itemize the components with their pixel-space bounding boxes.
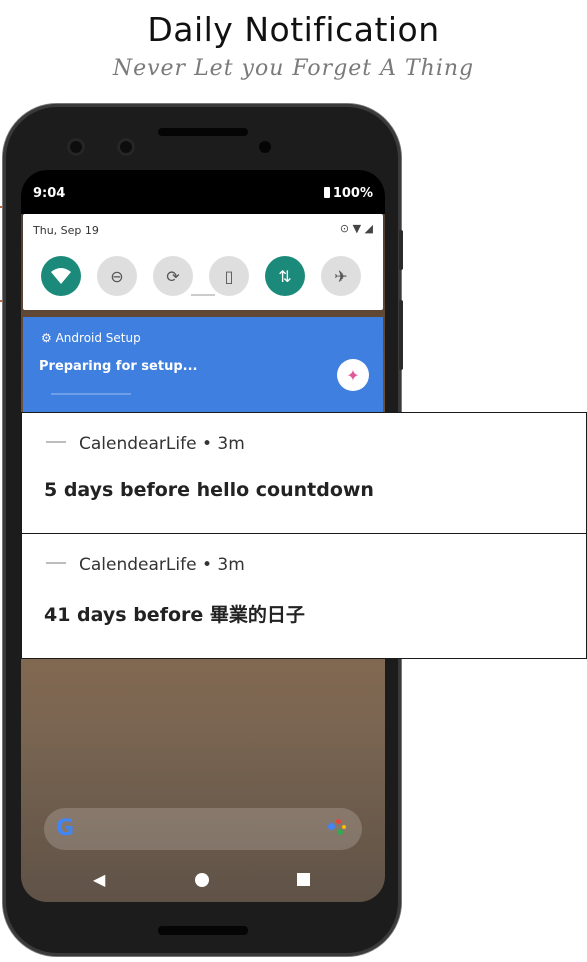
google-g-icon: G <box>56 816 75 841</box>
auto-rotate-icon: ⟳ <box>166 266 180 286</box>
setup-text: Preparing for setup... <box>39 359 198 374</box>
bottom-speaker <box>158 926 248 935</box>
dnd-tile[interactable]: ⊖ <box>97 256 137 296</box>
mobile-data-tile[interactable]: ⇅ <box>265 256 305 296</box>
battery-saver-tile[interactable]: ▯ <box>209 256 249 296</box>
notification-title: 41 days before 畢業的日子 <box>44 604 305 626</box>
power-button <box>399 230 403 270</box>
proximity-sensor <box>259 141 271 153</box>
airplane-tile[interactable]: ✈ <box>321 256 361 296</box>
gear-icon: ⚙ <box>41 331 52 345</box>
top-speaker <box>158 128 248 136</box>
notification-app-name: CalendearLife <box>79 434 197 454</box>
notification-separator: • <box>201 434 218 454</box>
cell-signal-icon: ◢ <box>364 222 373 235</box>
setup-app-row: ⚙ Android Setup <box>41 331 141 345</box>
google-search-bar[interactable]: G <box>44 808 362 850</box>
front-camera-2 <box>117 138 135 156</box>
qs-status-icons: ⊙ ▼ ◢ <box>340 222 373 235</box>
mobile-data-icon: ⇅ <box>278 266 292 286</box>
volume-button <box>399 300 403 370</box>
status-bar: 9:04 100% <box>21 170 385 214</box>
back-button[interactable]: ◀ <box>93 870 105 889</box>
notification-card[interactable]: CalendearLife • 3m 5 days before hello c… <box>21 412 587 535</box>
setup-notification[interactable]: ⚙ Android Setup Preparing for setup... ✦ <box>23 317 383 417</box>
notification-age: 3m <box>217 555 245 575</box>
wifi-icon <box>51 268 71 284</box>
page-subtitle: Never Let you Forget A Thing <box>112 56 475 81</box>
notification-card[interactable]: CalendearLife • 3m 41 days before 畢業的日子 <box>21 533 587 659</box>
battery-level: 100% <box>332 186 373 201</box>
status-battery: 100% <box>323 186 373 201</box>
status-time: 9:04 <box>33 186 66 201</box>
setup-app-name: Android Setup <box>55 331 141 345</box>
app-icon <box>46 441 66 443</box>
assistant-icon[interactable] <box>328 819 348 839</box>
qs-handle[interactable] <box>191 294 215 296</box>
qs-date: Thu, Sep 19 <box>33 224 99 237</box>
notification-header: CalendearLife • 3m <box>79 434 245 454</box>
front-camera <box>67 138 85 156</box>
notification-separator: • <box>201 555 218 575</box>
magic-wand-icon[interactable]: ✦ <box>337 359 369 391</box>
home-button[interactable] <box>195 873 209 887</box>
recents-button[interactable] <box>297 873 310 886</box>
battery-icon <box>323 187 330 198</box>
app-icon <box>46 562 66 564</box>
location-icon: ⊙ <box>339 222 350 235</box>
wifi-signal-icon: ▼ <box>352 222 362 235</box>
notification-header: CalendearLife • 3m <box>79 555 245 575</box>
airplane-icon: ✈ <box>334 266 348 286</box>
do-not-disturb-icon: ⊖ <box>110 266 124 286</box>
page-title: Daily Notification <box>147 10 440 49</box>
notification-app-name: CalendearLife <box>79 555 197 575</box>
notification-age: 3m <box>217 434 245 454</box>
wifi-tile[interactable] <box>41 256 81 296</box>
setup-progress <box>51 393 131 395</box>
notification-title: 5 days before hello countdown <box>44 479 374 501</box>
quick-settings-panel: Thu, Sep 19 ⊙ ▼ ◢ ⊖ ⟳ ▯ ⇅ ✈ <box>23 214 383 310</box>
battery-saver-icon: ▯ <box>224 266 234 286</box>
rotate-tile[interactable]: ⟳ <box>153 256 193 296</box>
